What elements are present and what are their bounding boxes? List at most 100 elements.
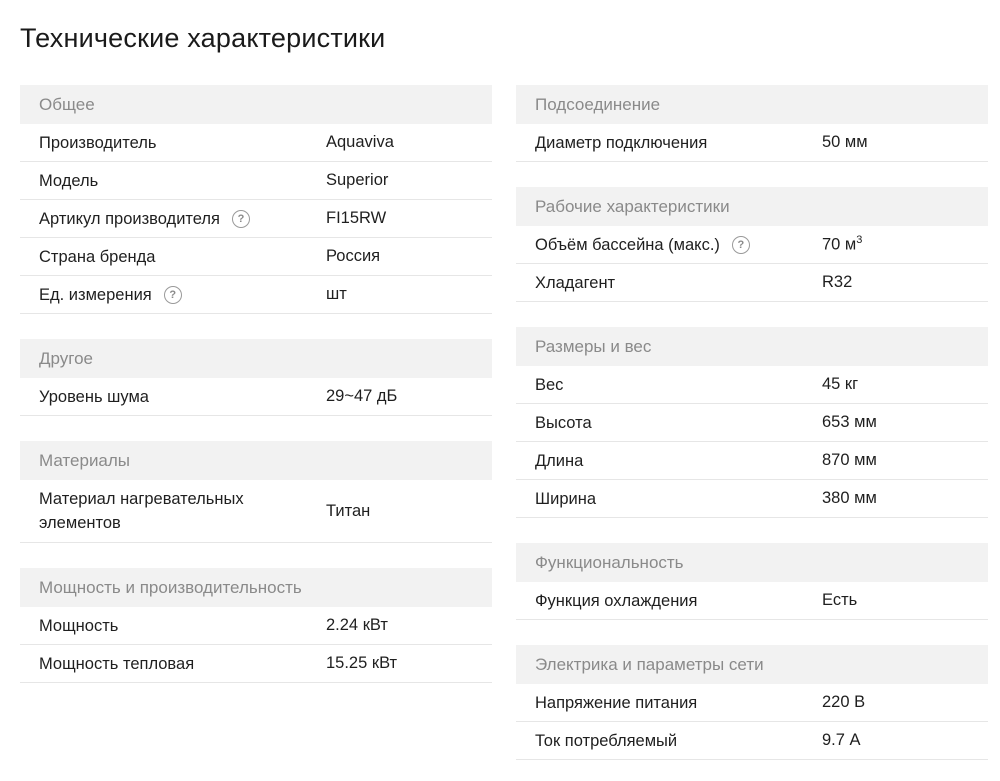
group-header: Рабочие характеристики — [516, 187, 988, 226]
spec-value: 70 м — [822, 235, 857, 254]
help-icon[interactable]: ? — [231, 209, 250, 228]
spec-label-cell: Диаметр подключения — [516, 131, 822, 155]
spec-value-cell: 220 В — [822, 693, 988, 712]
group-header: Общее — [20, 85, 492, 124]
spec-row: Ширина 380 мм — [516, 480, 988, 518]
spec-label-cell: Производитель — [20, 131, 326, 155]
spec-group: Функциональность Функция охлаждения Есть — [516, 543, 988, 620]
spec-row: Ед. измерения? шт — [20, 276, 492, 314]
spec-label: Артикул производителя — [39, 209, 220, 228]
spec-label: Объём бассейна (макс.) — [535, 235, 720, 254]
spec-label: Мощность тепловая — [39, 654, 195, 673]
spec-label: Модель — [39, 171, 99, 190]
spec-row: Мощность тепловая 15.25 кВт — [20, 645, 492, 683]
group-header: Другое — [20, 339, 492, 378]
spec-label-cell: Мощность тепловая — [20, 652, 326, 676]
spec-value: 380 мм — [822, 489, 877, 507]
spec-label: Страна бренда — [39, 247, 156, 266]
spec-label: Ед. измерения — [39, 285, 152, 304]
spec-label: Вес — [535, 375, 564, 394]
spec-group: Общее Производитель Aquaviva Модель Superior… — [20, 85, 492, 314]
unit-superscript: 3 — [856, 234, 863, 247]
page-title: Технические характеристики — [20, 23, 386, 53]
spec-row: Уровень шума 29~47 дБ — [20, 378, 492, 416]
spec-group: Материалы Материал нагревательных элемент… — [20, 441, 492, 543]
spec-row: Функция охлаждения Есть — [516, 582, 988, 620]
spec-group: Рабочие характеристики Объём бассейна (ма… — [516, 187, 988, 302]
spec-row: Длина 870 мм — [516, 442, 988, 480]
spec-label: Высота — [535, 413, 592, 432]
spec-value-cell: 2.24 кВт — [326, 616, 492, 635]
spec-row: Материал нагревательных элементов Титан — [20, 480, 492, 543]
spec-value: FI15RW — [326, 209, 387, 227]
spec-group: Размеры и вес Вес 45 кг Высота 653 мм Длина 87… — [516, 327, 988, 518]
spec-row: Диаметр подключения 50 мм — [516, 124, 988, 162]
spec-group: Подсоединение Диаметр подключения 50 мм — [516, 85, 988, 162]
spec-value: R32 — [822, 273, 853, 291]
spec-label-cell: Страна бренда — [20, 245, 326, 269]
spec-value: 45 кг — [822, 375, 859, 393]
spec-label-cell: Напряжение питания — [516, 691, 822, 715]
spec-label: Материал нагревательных элементов — [39, 490, 244, 532]
spec-row: Производитель Aquaviva — [20, 124, 492, 162]
spec-value: 15.25 кВт — [326, 654, 398, 672]
spec-label-cell: Хладагент — [516, 271, 822, 295]
spec-label: Функция охлаждения — [535, 591, 698, 610]
spec-value: 29~47 дБ — [326, 387, 398, 405]
spec-value: Есть — [822, 591, 858, 609]
specs-page: Технические характеристики Общее Производ… — [0, 0, 1000, 781]
spec-label-cell: Вес — [516, 373, 822, 397]
spec-label-cell: Функция охлаждения — [516, 589, 822, 613]
spec-value: Superior — [326, 171, 389, 189]
spec-label: Производитель — [39, 133, 157, 152]
spec-row: Высота 653 мм — [516, 404, 988, 442]
spec-label: Диаметр подключения — [535, 133, 708, 152]
spec-value-cell: Титан — [326, 502, 492, 521]
group-header: Мощность и производительность — [20, 568, 492, 607]
spec-value: шт — [326, 285, 347, 303]
spec-label: Хладагент — [535, 273, 616, 292]
spec-label-cell: Ширина — [516, 487, 822, 511]
spec-value: 2.24 кВт — [326, 616, 388, 634]
spec-value: 653 мм — [822, 413, 877, 431]
spec-row: Хладагент R32 — [516, 264, 988, 302]
spec-label-cell: Материал нагревательных элементов — [20, 487, 326, 535]
spec-row: Артикул производителя? FI15RW — [20, 200, 492, 238]
spec-value-cell: 29~47 дБ — [326, 387, 492, 406]
spec-group: Мощность и производительность Мощность 2.2… — [20, 568, 492, 683]
spec-value: Титан — [326, 501, 371, 520]
spec-label: Напряжение питания — [535, 693, 698, 712]
spec-value-cell: 870 мм — [822, 451, 988, 470]
spec-value-cell: 50 мм — [822, 133, 988, 152]
spec-label: Ток потребляемый — [535, 731, 678, 750]
left-column: Общее Производитель Aquaviva Модель Superior… — [20, 85, 492, 781]
spec-columns: Общее Производитель Aquaviva Модель Superior… — [20, 85, 988, 781]
spec-value-cell: 45 кг — [822, 375, 988, 394]
help-icon[interactable]: ? — [731, 235, 750, 254]
group-header: Подсоединение — [516, 85, 988, 124]
spec-value-cell: шт — [326, 285, 492, 304]
spec-label-cell: Уровень шума — [20, 385, 326, 409]
spec-label: Ширина — [535, 489, 597, 508]
spec-value: Aquaviva — [326, 133, 394, 151]
spec-value-cell: Superior — [326, 171, 492, 190]
spec-group: Электрика и параметры сети Напряжение пит… — [516, 645, 988, 760]
spec-value: 9.7 А — [822, 731, 861, 749]
spec-value-cell: 9.7 А — [822, 731, 988, 750]
spec-row: Модель Superior — [20, 162, 492, 200]
spec-label: Мощность — [39, 616, 119, 635]
spec-value-cell: Есть — [822, 591, 988, 610]
spec-label-cell: Ед. измерения? — [20, 283, 326, 307]
spec-value-cell: 653 мм — [822, 413, 988, 432]
spec-value: 870 мм — [822, 451, 877, 469]
spec-label-cell: Объём бассейна (макс.)? — [516, 233, 822, 257]
help-icon[interactable]: ? — [163, 285, 182, 304]
spec-label-cell: Мощность — [20, 614, 326, 638]
spec-value-cell: FI15RW — [326, 209, 492, 228]
spec-label-cell: Артикул производителя? — [20, 207, 326, 231]
right-column: Подсоединение Диаметр подключения 50 мм Раб… — [516, 85, 988, 781]
spec-value: 50 мм — [822, 133, 868, 151]
group-header: Электрика и параметры сети — [516, 645, 988, 684]
spec-row: Ток потребляемый 9.7 А — [516, 722, 988, 760]
spec-value-cell: 380 мм — [822, 489, 988, 508]
